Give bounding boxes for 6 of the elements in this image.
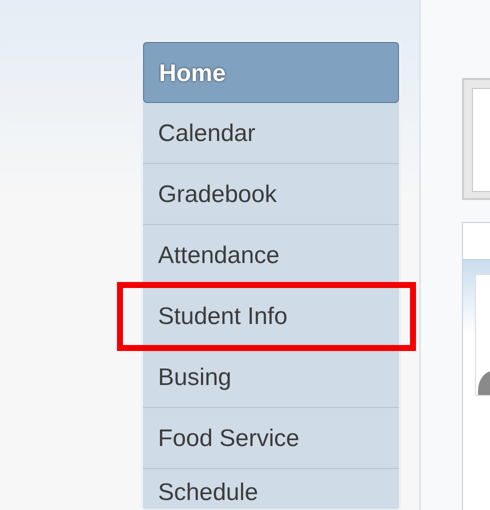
menu-item[interactable]: Busing — [143, 347, 399, 408]
menu-item[interactable]: Gradebook — [143, 164, 399, 225]
menu-item[interactable]: Calendar — [143, 103, 399, 164]
menu-item[interactable]: Schedule — [143, 469, 399, 509]
menu-item[interactable]: Food Service — [143, 408, 399, 469]
menu-item[interactable]: Attendance — [143, 225, 399, 286]
